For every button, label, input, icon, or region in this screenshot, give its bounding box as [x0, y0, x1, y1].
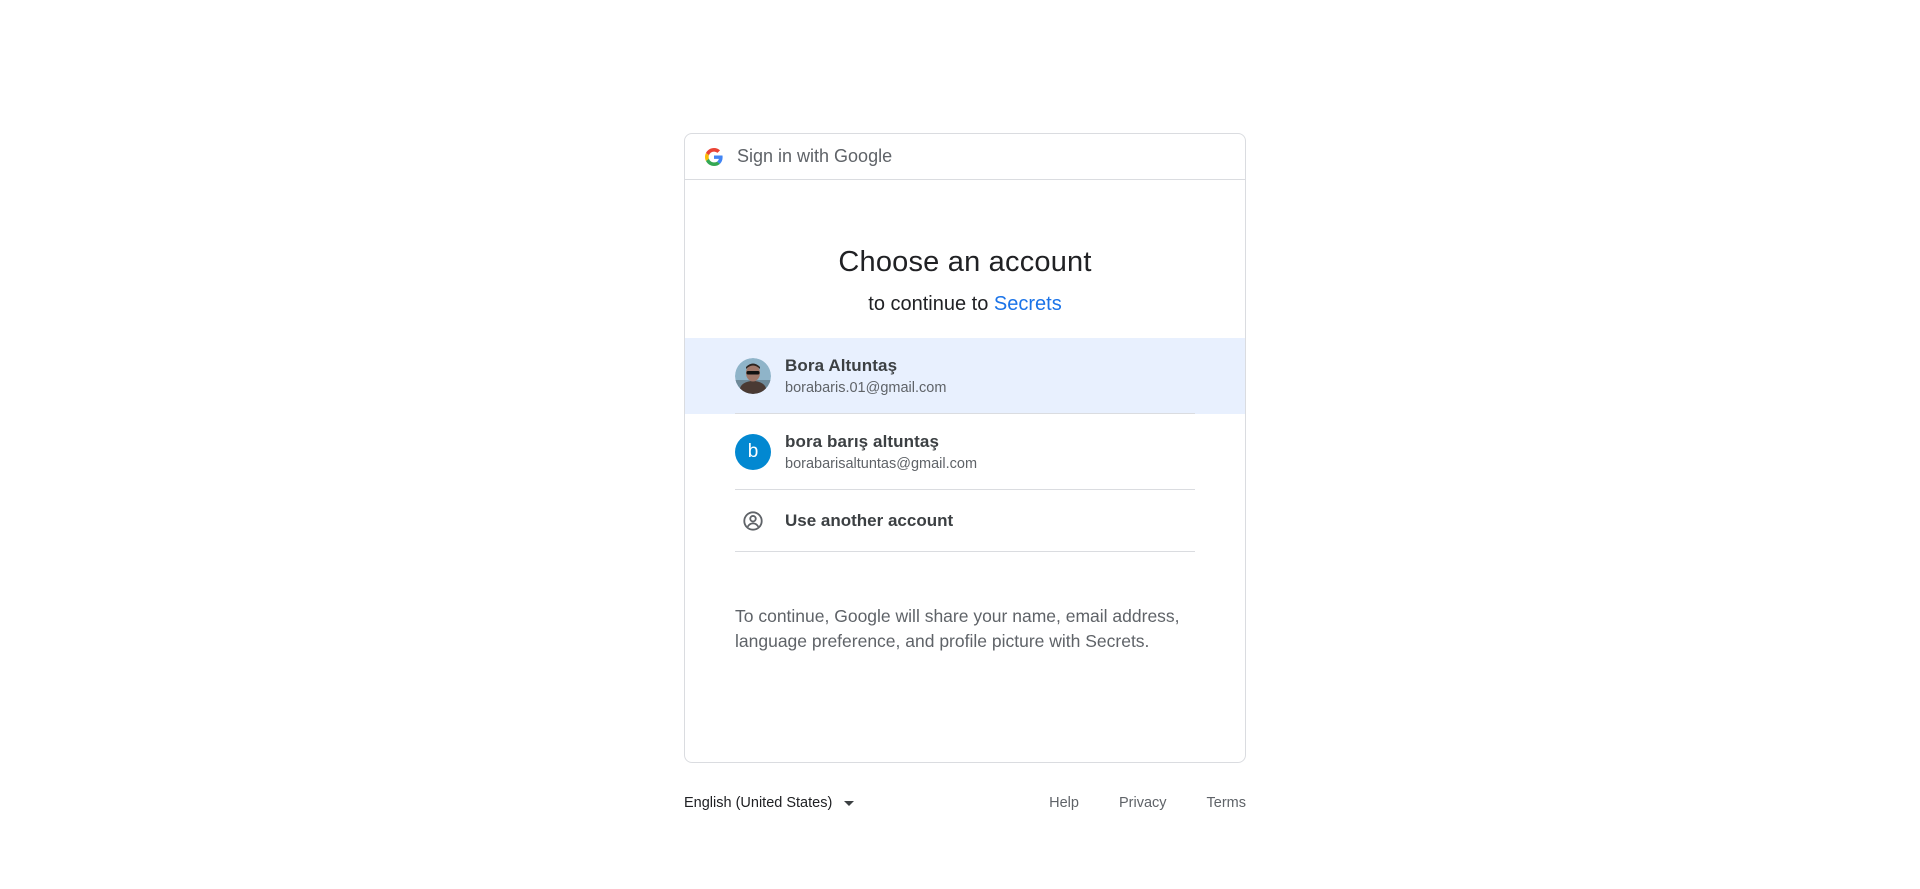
account-text: bora barış altuntaş borabarisaltuntas@gm… — [785, 432, 977, 472]
language-select[interactable]: English (United States) — [684, 795, 855, 811]
account-email: borabaris.01@gmail.com — [785, 380, 947, 396]
consent-disclaimer: To continue, Google will share your name… — [735, 606, 1180, 651]
terms-link[interactable]: Terms — [1207, 795, 1246, 811]
avatar: b — [735, 434, 771, 470]
avatar — [735, 358, 771, 394]
language-label: English (United States) — [684, 795, 833, 811]
page-subtitle: to continue to Secrets — [685, 293, 1245, 316]
account-list: Bora Altuntaş borabaris.01@gmail.com b b… — [685, 338, 1245, 552]
subtitle-prefix: to continue to — [868, 293, 989, 315]
divider — [735, 551, 1195, 552]
account-name: bora barış altuntaş — [785, 432, 939, 451]
privacy-link[interactable]: Privacy — [1119, 795, 1167, 811]
card-header: Sign in with Google — [685, 134, 1245, 180]
header-title: Sign in with Google — [737, 146, 893, 166]
avatar-letter: b — [747, 441, 759, 462]
footer-links: Help Privacy Terms — [1009, 795, 1246, 811]
caret-down-icon — [844, 800, 855, 806]
account-item-bora-baris-altuntas[interactable]: b bora barış altuntaş borabarisaltuntas@… — [685, 414, 1245, 490]
use-another-account-label: Use another account — [785, 511, 954, 530]
google-logo-icon — [705, 147, 723, 166]
account-name: Bora Altuntaş — [785, 356, 898, 375]
sign-in-card: Sign in with Google Choose an account to… — [684, 133, 1246, 763]
help-link[interactable]: Help — [1049, 795, 1079, 811]
page-title: Choose an account — [838, 246, 1092, 278]
account-email: borabarisaltuntas@gmail.com — [785, 456, 978, 472]
use-another-account-button[interactable]: Use another account — [685, 490, 1245, 552]
app-name-link[interactable]: Secrets — [994, 293, 1062, 315]
account-circle-icon — [735, 503, 771, 539]
account-item-bora-altuntas[interactable]: Bora Altuntaş borabaris.01@gmail.com — [685, 338, 1245, 414]
account-text: Bora Altuntaş borabaris.01@gmail.com — [785, 356, 946, 396]
footer: English (United States) Help Privacy Ter… — [684, 790, 1246, 816]
